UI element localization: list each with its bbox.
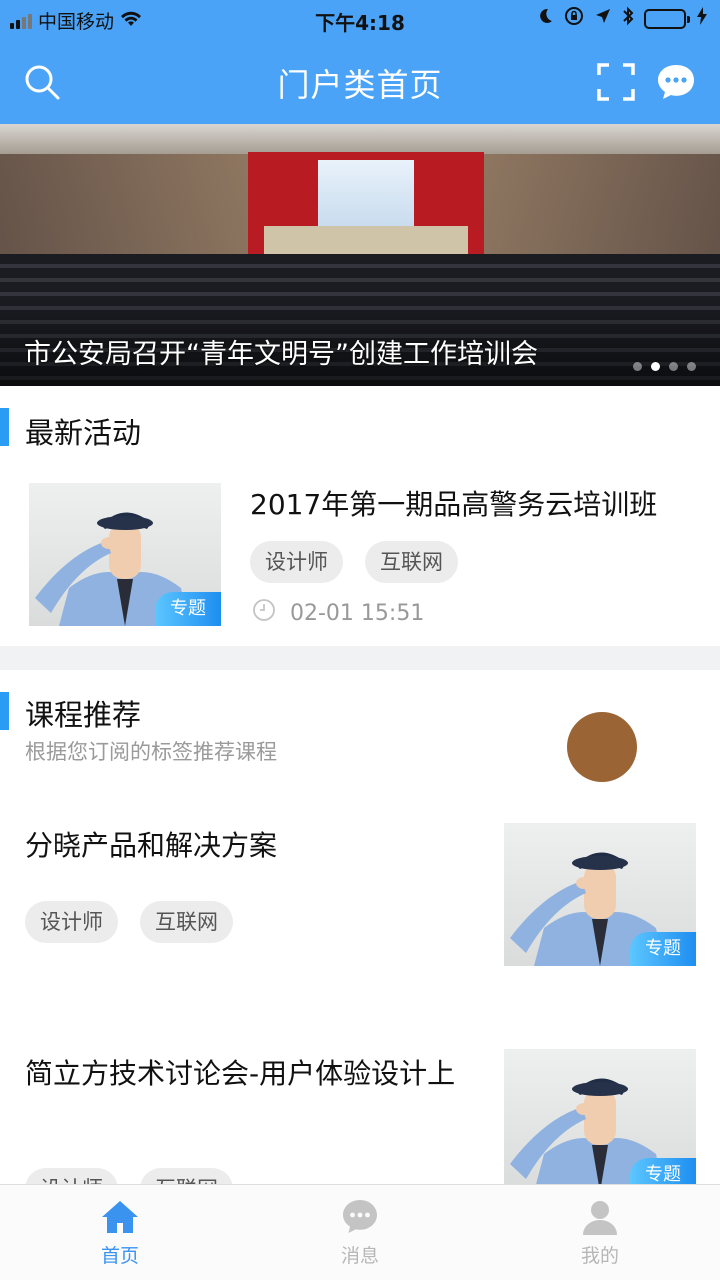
tag-chip[interactable]: 互联网 (365, 541, 458, 583)
battery-icon (644, 8, 690, 29)
tab-label: 我的 (580, 1245, 619, 1267)
user-icon (583, 1201, 617, 1235)
chat-icon (343, 1200, 377, 1233)
latest-section-header: 最新活动 (0, 408, 720, 450)
tag-chip[interactable]: 互联网 (140, 901, 233, 943)
location-icon (594, 7, 612, 30)
home-icon (102, 1201, 138, 1233)
activity-time-row: 02-01 15:51 (252, 598, 424, 628)
course-thumbnail[interactable]: 专题 (504, 823, 696, 966)
activity-thumbnail[interactable]: 专题 (29, 483, 221, 626)
floating-assistive-button[interactable] (567, 712, 637, 782)
tab-messages[interactable]: 消息 (240, 1185, 480, 1280)
clock-icon (252, 598, 276, 628)
course-title[interactable]: 分晓产品和解决方案 (25, 826, 475, 866)
carousel-dots[interactable] (633, 362, 696, 371)
message-icon[interactable] (654, 60, 698, 104)
carousel-dot[interactable] (633, 362, 642, 371)
activity-time: 02-01 15:51 (290, 600, 425, 626)
nav-bar: 门户类首页 (0, 38, 720, 124)
section-title: 课程推荐 (25, 698, 142, 732)
tab-home[interactable]: 首页 (0, 1185, 240, 1280)
moon-icon (536, 7, 554, 30)
course-title[interactable]: 简立方技术讨论会-用户体验设计上 (25, 1052, 475, 1096)
carousel-dot-active[interactable] (651, 362, 660, 371)
course-thumbnail[interactable]: 专题 (504, 1049, 696, 1192)
charging-icon (696, 6, 708, 31)
topic-badge: 专题 (630, 932, 696, 966)
tag-chip[interactable]: 设计师 (250, 541, 343, 583)
scan-icon[interactable] (594, 60, 638, 104)
rotation-lock-icon (564, 6, 584, 31)
banner-caption: 市公安局召开“青年文明号”创建工作培训会 (24, 339, 538, 370)
section-title: 最新活动 (25, 416, 142, 450)
tab-label: 消息 (340, 1245, 379, 1267)
bluetooth-icon (622, 6, 634, 31)
tag-chip[interactable]: 设计师 (25, 901, 118, 943)
top-bar: 中国移动 下午4:18 门户类首页 (0, 0, 720, 124)
section-divider (0, 646, 720, 670)
section-subtitle: 根据您订阅的标签推荐课程 (25, 740, 277, 764)
status-bar: 中国移动 下午4:18 (0, 0, 720, 38)
bottom-tab-bar: 首页 消息 我的 (0, 1184, 720, 1280)
carousel-dot[interactable] (669, 362, 678, 371)
carousel-dot[interactable] (687, 362, 696, 371)
banner-carousel[interactable]: 市公安局召开“青年文明号”创建工作培训会 (0, 124, 720, 386)
tab-profile[interactable]: 我的 (480, 1185, 720, 1280)
stage-screen (318, 160, 414, 226)
tab-label: 首页 (100, 1245, 139, 1267)
activity-title[interactable]: 2017年第一期品高警务云培训班 (250, 485, 657, 525)
topic-badge: 专题 (155, 592, 221, 626)
